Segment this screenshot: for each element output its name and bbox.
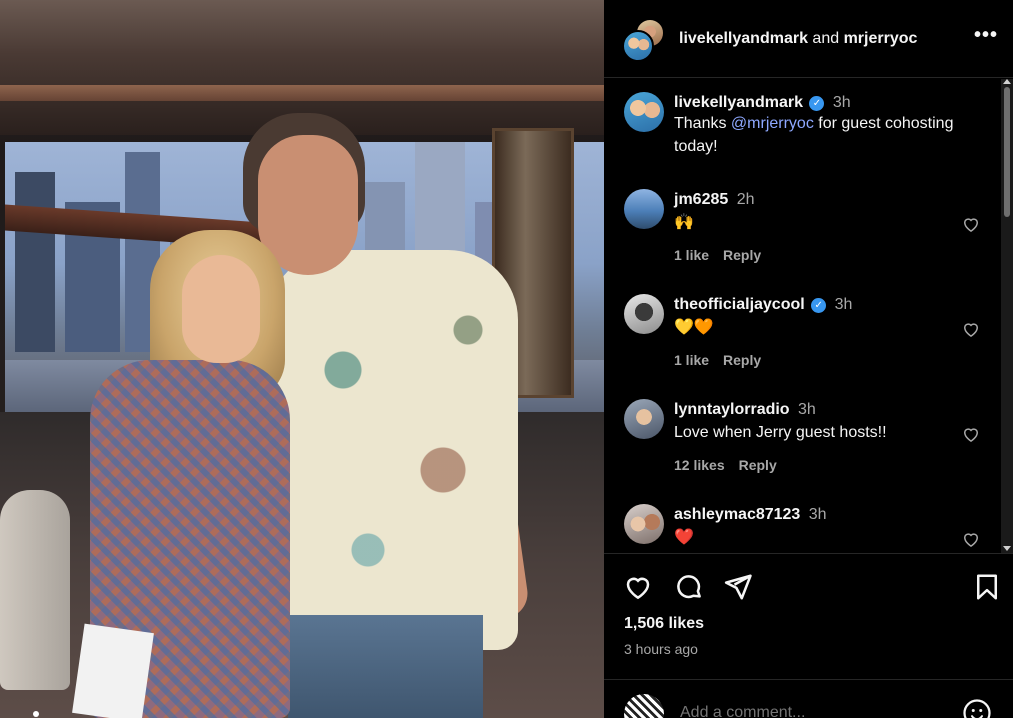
carousel-dot [33, 711, 39, 717]
commenter-avatar[interactable] [624, 504, 664, 544]
header-title: livekellyandmark and mrjerryoc [679, 30, 917, 48]
collaborator-username[interactable]: mrjerryoc [844, 30, 918, 47]
comments-scrollbar[interactable] [1001, 79, 1013, 553]
caption-username[interactable]: livekellyandmark [674, 94, 803, 111]
caption-text: Thanks @mrjerryoc for guest cohosting to… [674, 112, 994, 158]
current-user-avatar [624, 694, 664, 718]
comments-list: livekellyandmark ✓ 3h Thanks @mrjerryoc … [604, 79, 1013, 553]
more-options-icon[interactable]: ••• [974, 25, 998, 48]
comment-username[interactable]: theofficialjaycool [674, 296, 805, 313]
comment-text: ❤️ [674, 529, 694, 546]
comment-likes[interactable]: 1 like [674, 352, 709, 368]
caption-mention[interactable]: @mrjerryoc [731, 115, 814, 132]
comment-meta: 1 like Reply [674, 247, 775, 263]
post-sidebar: livekellyandmark and mrjerryoc ••• livek… [604, 0, 1013, 718]
comment-time[interactable]: 2h [737, 191, 755, 208]
scroll-up-icon[interactable] [1003, 79, 1011, 84]
comment-text: Love when Jerry guest hosts!! [674, 424, 887, 441]
and-text: and [812, 30, 840, 47]
comment-meta: 12 likes Reply [674, 457, 791, 473]
post-timestamp[interactable]: 3 hours ago [624, 641, 698, 657]
comment-username[interactable]: lynntaylorradio [674, 401, 790, 418]
comment-text: 💛🧡 [674, 319, 714, 336]
post-header: livekellyandmark and mrjerryoc ••• [604, 0, 1013, 78]
woman-face [182, 255, 260, 363]
scrollbar-thumb[interactable] [1004, 87, 1010, 217]
like-comment-heart-icon[interactable] [961, 529, 981, 549]
comment-time[interactable]: 3h [835, 296, 853, 313]
man-shirt [268, 250, 518, 650]
reply-button[interactable]: Reply [739, 457, 777, 473]
caption-time[interactable]: 3h [833, 94, 851, 111]
author-username[interactable]: livekellyandmark [679, 30, 808, 47]
share-send-icon[interactable] [723, 572, 753, 602]
like-comment-heart-icon[interactable] [961, 424, 981, 444]
caption-avatar[interactable] [624, 92, 664, 132]
caption-text-before: Thanks [674, 115, 731, 132]
chair [0, 490, 70, 690]
comment-bubble-icon[interactable] [674, 572, 704, 602]
paper-card [72, 623, 154, 718]
comment-likes[interactable]: 12 likes [674, 457, 725, 473]
emoji-icon[interactable] [962, 698, 992, 718]
comment-meta: 1 like Reply [674, 352, 775, 368]
comment-text: 🙌 [674, 214, 694, 231]
commenter-avatar[interactable] [624, 294, 664, 334]
ceiling-light-band [0, 85, 604, 101]
commenter-avatar[interactable] [624, 189, 664, 229]
like-heart-icon[interactable] [623, 572, 653, 602]
reply-button[interactable]: Reply [723, 352, 761, 368]
like-comment-heart-icon[interactable] [961, 319, 981, 339]
comment-composer [604, 679, 1013, 718]
scroll-down-icon[interactable] [1003, 546, 1011, 551]
verified-badge-icon: ✓ [811, 298, 827, 313]
post-photo[interactable] [0, 0, 604, 718]
comment-likes[interactable]: 1 like [674, 247, 709, 263]
author-avatar[interactable] [622, 30, 654, 62]
commenter-avatar[interactable] [624, 399, 664, 439]
comment-time[interactable]: 3h [798, 401, 816, 418]
likes-count[interactable]: 1,506 likes [624, 615, 704, 633]
reply-button[interactable]: Reply [723, 247, 761, 263]
verified-badge-icon: ✓ [809, 96, 825, 111]
like-comment-heart-icon[interactable] [961, 214, 981, 234]
man-jeans [288, 615, 483, 718]
add-comment-input[interactable] [680, 704, 960, 718]
comment-username[interactable]: ashleymac87123 [674, 506, 800, 523]
save-bookmark-icon[interactable] [972, 572, 1002, 602]
post-actions: 1,506 likes 3 hours ago [604, 553, 1013, 718]
comment-username[interactable]: jm6285 [674, 191, 728, 208]
comment-time[interactable]: 3h [809, 506, 827, 523]
